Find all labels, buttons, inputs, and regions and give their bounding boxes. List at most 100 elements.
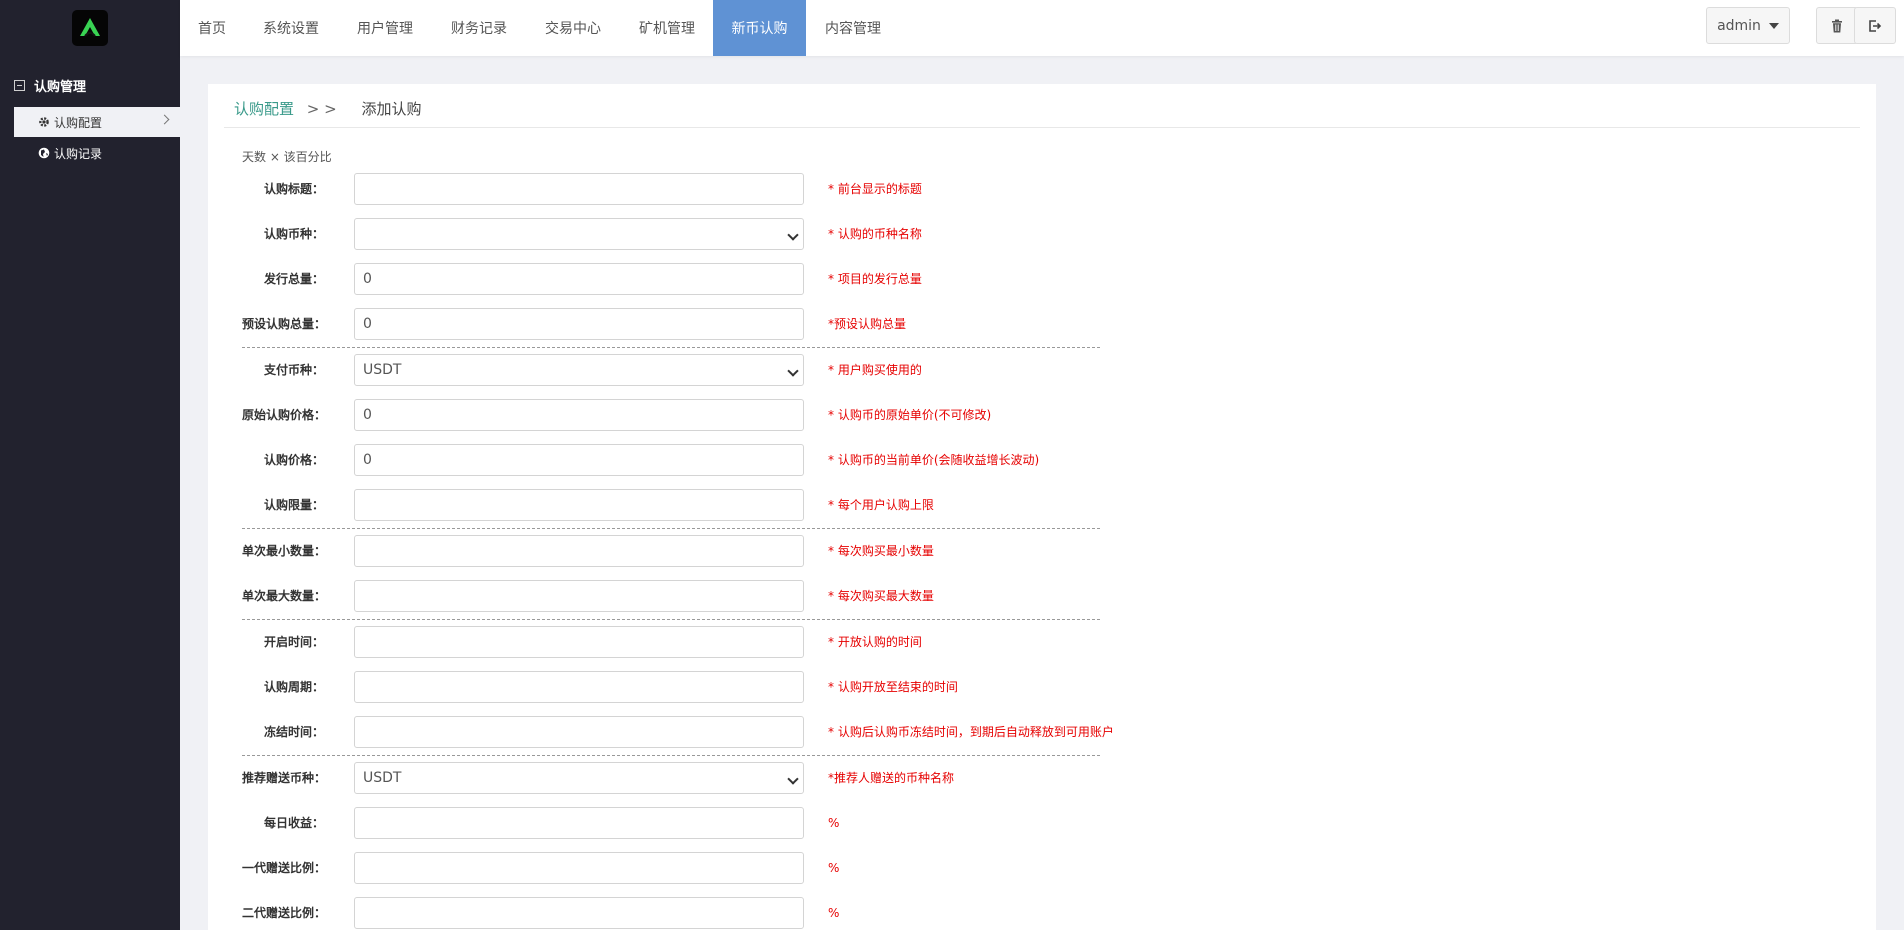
breadcrumb-separator: > > [306,100,337,118]
sidebar-group-label: 认购管理 [34,80,87,95]
field-label: 发行总量： [263,272,324,286]
section-divider [242,528,1100,529]
field-note: % [828,861,840,875]
title-input[interactable] [354,173,804,205]
nav-item-content-management[interactable]: 内容管理 [810,0,896,56]
clear-cache-button[interactable] [1816,7,1858,44]
pay-coin-select[interactable]: USDT [354,354,804,386]
field-label: 支付币种： [263,363,324,377]
field-note: * 每个用户认购上限 [828,498,934,512]
field-label: 认购限量： [263,498,324,512]
form-row-max-qty: 单次最大数量： * 每次购买最大数量 [242,580,1142,612]
coin-select[interactable] [354,218,804,250]
username: admin [1717,17,1761,34]
form-row-min-qty: 单次最小数量： * 每次购买最小数量 [242,535,1142,567]
sidebar-group-subscription[interactable]: 认购管理 [14,76,86,95]
form-row-period: 认购周期： * 认购开放至结束的时间 [242,671,1142,703]
form-row-daily-yield: 每日收益： % [242,807,1142,839]
nav-item-new-coin-subscription[interactable]: 新币认购 [713,0,806,56]
daily-yield-input[interactable] [354,807,804,839]
period-input[interactable] [354,671,804,703]
field-label: 认购币种： [263,227,324,241]
field-label: 开启时间： [263,635,324,649]
field-label: 二代赠送比例： [242,906,327,920]
nav-item-system-settings[interactable]: 系统设置 [248,0,334,56]
logo-icon [80,18,100,37]
nav-item-miner-management[interactable]: 矿机管理 [624,0,710,56]
field-label: 每日收益： [263,816,324,830]
page-title: 添加认购 [361,100,422,118]
min-qty-input[interactable] [354,535,804,567]
field-label: 认购标题： [263,182,324,196]
form-row-price: 认购价格： 0 * 认购币的当前单价(会随收益增长波动) [242,444,1142,476]
original-price-input[interactable]: 0 [354,399,804,431]
gear-icon [38,116,50,128]
caret-down-icon [1768,22,1779,29]
form-row-total-issue: 发行总量： 0 * 项目的发行总量 [242,263,1142,295]
max-qty-input[interactable] [354,580,804,612]
price-input[interactable]: 0 [354,444,804,476]
form-row-original-price: 原始认购价格： 0 * 认购币的原始单价(不可修改) [242,399,1142,431]
field-note: *预设认购总量 [828,317,907,331]
sidebar-item-subscription-config[interactable]: 认购配置 [14,107,180,137]
collapse-icon [14,80,25,91]
section-divider [242,347,1100,348]
field-label: 认购价格： [263,453,324,467]
main-card: 认购配置 > > 添加认购 天数 × 该百分比 认购标题： * 前台显示的标题 … [208,84,1876,930]
field-label: 单次最小数量： [242,544,327,558]
referral-coin-select[interactable]: USDT [354,762,804,794]
preset-total-input[interactable]: 0 [354,308,804,340]
nav-item-finance-records[interactable]: 财务记录 [436,0,522,56]
total-issue-input[interactable]: 0 [354,263,804,295]
field-note: * 认购的币种名称 [828,227,922,241]
field-label: 冻结时间： [263,725,324,739]
gen2-ratio-input[interactable] [354,897,804,929]
form-row-limit: 认购限量： * 每个用户认购上限 [242,489,1142,521]
gen1-ratio-input[interactable] [354,852,804,884]
field-note: % [828,906,840,920]
form-row-open-time: 开启时间： * 开放认购的时间 [242,626,1142,658]
divider [224,127,1860,128]
sidebar: 认购管理 认购配置 认购记录 [0,0,180,930]
field-label: 单次最大数量： [242,589,327,603]
field-note: * 每次购买最大数量 [828,589,934,603]
user-menu-button[interactable]: admin [1706,7,1790,44]
form-row-coin: 认购币种： * 认购的币种名称 [242,218,1142,250]
freeze-time-input[interactable] [354,716,804,748]
sidebar-item-label: 认购记录 [54,146,103,161]
brand-logo[interactable] [72,10,108,46]
field-label: 一代赠送比例： [242,861,327,875]
field-label: 原始认购价格： [242,408,327,422]
top-nav: 首页 系统设置 用户管理 财务记录 交易中心 矿机管理 新币认购 内容管理 ad… [180,0,1904,56]
field-note: * 前台显示的标题 [828,182,922,196]
field-note: * 认购开放至结束的时间 [828,680,958,694]
field-label: 推荐赠送币种： [242,771,327,785]
form-row-gen1-ratio: 一代赠送比例： % [242,852,1142,884]
nav-item-user-management[interactable]: 用户管理 [342,0,428,56]
logout-button[interactable] [1854,7,1896,44]
limit-input[interactable] [354,489,804,521]
field-note: * 每次购买最小数量 [828,544,934,558]
open-time-input[interactable] [354,626,804,658]
form-row-preset-total: 预设认购总量： 0 *预设认购总量 [242,308,1142,340]
logout-icon [1869,19,1882,32]
nav-item-home[interactable]: 首页 [180,0,244,56]
form-row-title: 认购标题： * 前台显示的标题 [242,173,1142,205]
nav-item-trade-center[interactable]: 交易中心 [530,0,616,56]
field-note: * 开放认购的时间 [828,635,922,649]
field-note: * 认购币的当前单价(会随收益增长波动) [828,453,1040,467]
section-divider [242,619,1100,620]
form-row-pay-coin: 支付币种： USDT * 用户购买使用的 [242,354,1142,386]
breadcrumb-parent-link[interactable]: 认购配置 [234,100,294,118]
field-note: * 用户购买使用的 [828,363,922,377]
form-row-referral-coin: 推荐赠送币种： USDT *推荐人赠送的币种名称 [242,762,1142,794]
field-label: 预设认购总量： [242,317,327,331]
sidebar-item-subscription-records[interactable]: 认购记录 [14,138,180,168]
field-label: 认购周期： [263,680,324,694]
trash-icon [1832,19,1842,32]
field-note: * 认购后认购币冻结时间，到期后自动释放到可用账户 [828,725,1114,739]
field-note: * 认购币的原始单价(不可修改) [828,408,992,422]
form-hint: 天数 × 该百分比 [242,150,332,164]
form-row-gen2-ratio: 二代赠送比例： % [242,897,1142,929]
breadcrumb: 认购配置 > > 添加认购 [234,98,422,119]
